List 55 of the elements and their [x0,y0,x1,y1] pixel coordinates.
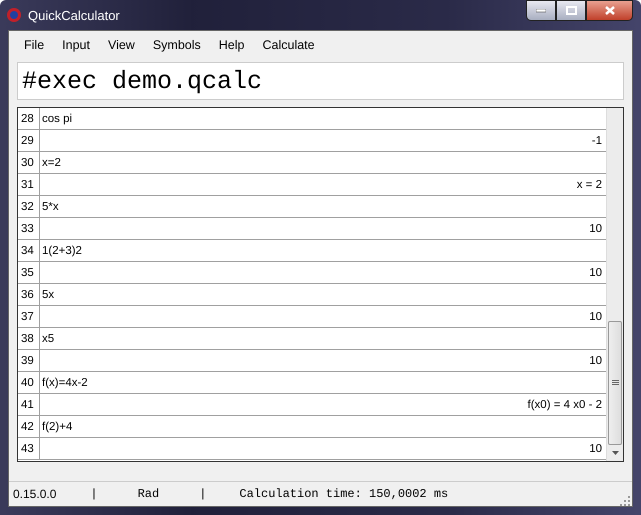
window-title: QuickCalculator [28,8,120,22]
line-number: 28 [18,108,40,129]
result-cell-text: x = 2 [576,178,603,192]
line-number: 42 [18,416,40,437]
result-cell-text: 10 [588,222,603,236]
line-number: 29 [18,130,40,151]
result-cell-text: f(x0) = 4 x0 - 2 [526,398,603,412]
close-icon [604,6,614,15]
expression-cell-text: x5 [41,332,56,346]
scroll-thumb[interactable] [608,321,622,445]
menu-item[interactable]: Calculate [254,36,324,54]
expression-cell-text: f(x)=4x-2 [41,376,89,390]
angle-mode-label: Rad [138,487,160,501]
menu-item[interactable]: Input [53,36,99,54]
line-number: 34 [18,240,40,261]
line-number: 33 [18,218,40,239]
close-button[interactable] [586,0,633,21]
separator: | [90,487,98,501]
line-number: 32 [18,196,40,217]
result-cell-text: -1 [590,134,603,148]
menu-item[interactable]: Help [210,36,254,54]
expression-cell-text: f(2)+4 [41,420,74,434]
result-cell-text: 10 [588,310,603,324]
menu-item[interactable]: File [15,36,54,54]
line-number: 37 [18,306,40,327]
input-field[interactable]: #exec demo.qcalc [17,62,624,100]
app-icon [6,7,22,23]
minimize-button[interactable] [526,0,556,21]
expression-cell-text: cos pi [41,112,74,126]
menu-item[interactable]: Symbols [144,36,210,54]
minimize-icon [536,8,546,12]
result-cell-text: 10 [588,354,603,368]
menu-item[interactable]: View [98,36,144,54]
scrollbar[interactable] [606,108,623,461]
separator: | [199,487,206,501]
maximize-icon [566,6,576,15]
line-number: 30 [18,152,40,173]
calculation-time: Calculation time: 150,0002 ms [239,487,448,501]
line-number: 41 [18,394,40,415]
resize-grip-icon[interactable] [620,496,630,506]
line-number: 31 [18,174,40,195]
expression-cell-text: 5x [41,288,56,302]
expression-cell-text: 5*x [41,200,60,214]
line-number: 40 [18,372,40,393]
expression-cell-text: x=2 [41,156,62,170]
version-label: 0.15.0.0 [13,487,56,501]
expression-cell-text: 1(2+3)2 [41,244,83,258]
maximize-button[interactable] [556,0,586,21]
line-number: 36 [18,284,40,305]
line-number: 38 [18,328,40,349]
line-number: 35 [18,262,40,283]
line-number: 39 [18,350,40,371]
result-cell-text: 10 [588,266,603,280]
result-cell-text: 10 [588,442,603,456]
line-number: 43 [18,438,40,459]
